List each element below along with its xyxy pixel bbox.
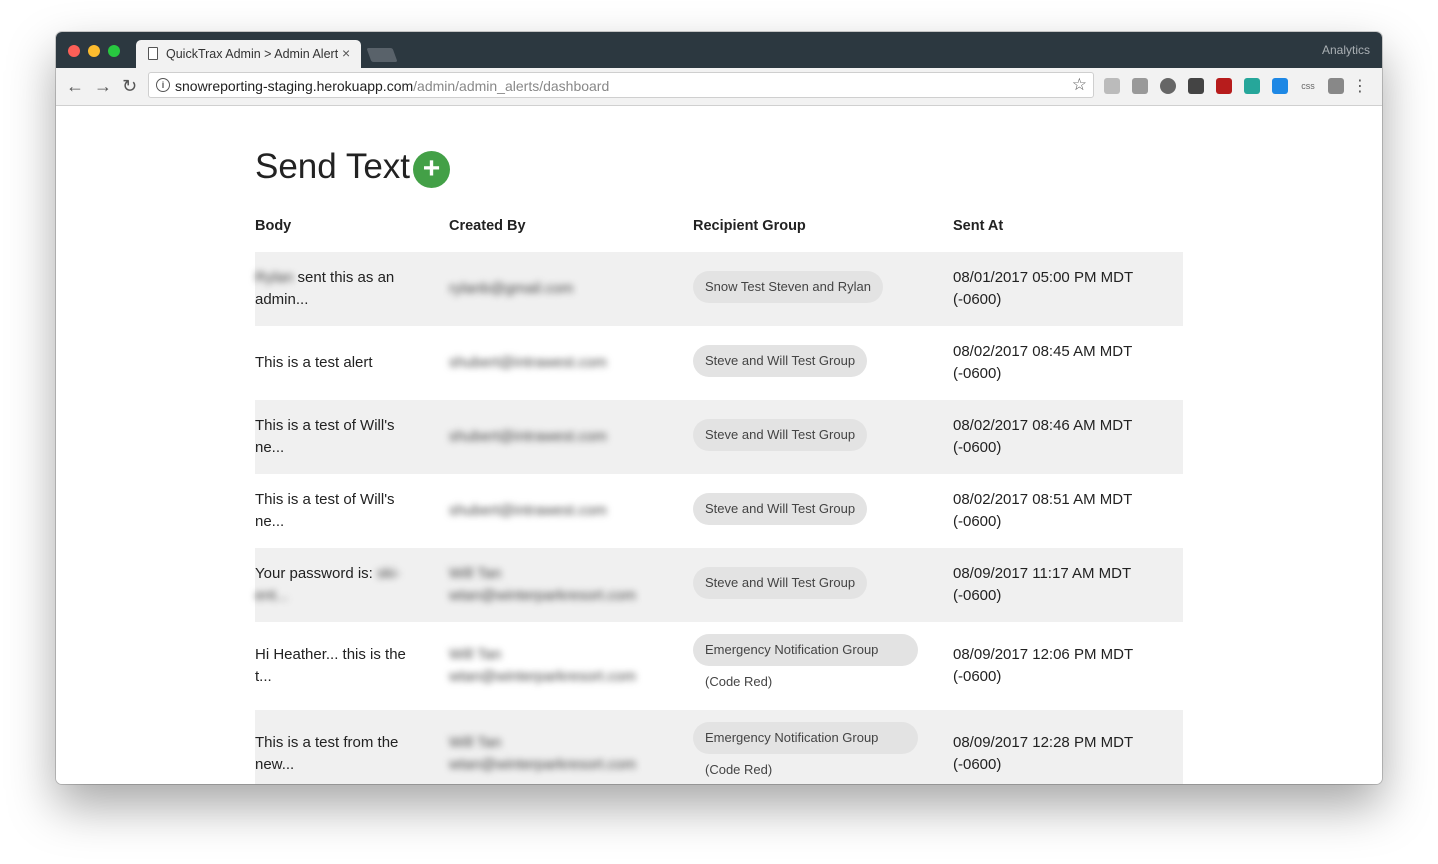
camera-icon[interactable] — [1132, 78, 1148, 94]
created-by-email: wtan@winterparkresort.com — [449, 756, 636, 773]
header-sent-at: Sent At — [953, 218, 1004, 234]
recipient-group-chip: Snow Test Steven and Rylan — [693, 271, 883, 303]
header-body: Body — [255, 218, 292, 234]
new-tab-button[interactable] — [366, 48, 398, 62]
recipient-group-chip: Steve and Will Test Group — [693, 493, 868, 525]
table-row[interactable]: Hi Heather... this is the t... Will Tan w… — [255, 622, 1183, 710]
recipient-group-chip: Emergency Notification Group — [693, 634, 918, 666]
table-row[interactable]: This is a test of Will's ne... shubert@i… — [255, 474, 1183, 548]
back-icon[interactable]: ← — [66, 76, 84, 96]
body-cell: Rylan sent this as an admin... — [255, 269, 395, 308]
table-row[interactable]: Rylan sent this as an admin... rylanb@gm… — [255, 252, 1183, 326]
css-icon[interactable]: css — [1300, 78, 1316, 94]
page-title: Send Text — [255, 147, 411, 186]
created-by-email: shubert@intrawest.com — [449, 428, 607, 445]
table-header: Body Created By Recipient Group Sent At — [255, 216, 1183, 253]
minimize-window-button[interactable] — [88, 45, 100, 57]
body-cell: This is a test of Will's ne... — [255, 417, 395, 456]
created-by-email: shubert@intrawest.com — [449, 354, 607, 371]
forward-icon[interactable]: → — [94, 76, 112, 96]
recipient-group-subtext: (Code Red) — [705, 762, 773, 777]
created-by-cell: Will Tan wtan@winterparkresort.com — [449, 644, 669, 688]
recipient-group-chip: Steve and Will Test Group — [693, 419, 868, 451]
bookmark-star-icon[interactable]: ☆ — [1072, 75, 1087, 95]
on-extension-icon[interactable] — [1272, 78, 1288, 94]
created-by-cell: Will Tan wtan@winterparkresort.com — [449, 563, 669, 607]
browser-toolbar: ← → ↻ i snowreporting-staging.herokuapp.… — [56, 68, 1382, 106]
url-text[interactable]: snowreporting-staging.herokuapp.com/admi… — [175, 78, 609, 94]
profile-name[interactable]: Analytics — [1322, 43, 1370, 57]
body-cell: This is a test alert — [255, 354, 373, 371]
created-by-email: wtan@winterparkresort.com — [449, 587, 636, 604]
sent-at: 08/01/2017 05:00 PM MDT (-0600) — [953, 269, 1133, 308]
sent-at: 08/09/2017 12:06 PM MDT (-0600) — [953, 646, 1133, 685]
created-by-name: Will Tan — [449, 734, 502, 751]
info-icon[interactable]: i — [156, 78, 170, 92]
body-cell: This is a test of Will's ne... — [255, 491, 395, 530]
page-content: Send Text + Body Created By Recipient Gr… — [56, 106, 1382, 784]
title-bar: QuickTrax Admin > Admin Alerts × Analyti… — [56, 32, 1382, 68]
body-cell: Your password is: ski-ent... — [255, 565, 401, 604]
created-by-name: Will Tan — [449, 565, 502, 582]
body-cell: This is a test from the new... — [255, 734, 399, 773]
body-cell: Hi Heather... this is the t... — [255, 646, 406, 685]
add-icon[interactable]: + — [413, 151, 450, 188]
created-by-email: rylanb@gmail.com — [449, 280, 574, 297]
maximize-window-button[interactable] — [108, 45, 120, 57]
refresh-extension-icon[interactable] — [1244, 78, 1260, 94]
tab-close-icon[interactable]: × — [342, 45, 350, 61]
extension-icon[interactable] — [1328, 78, 1344, 94]
sent-at: 08/02/2017 08:46 AM MDT (-0600) — [953, 417, 1133, 456]
sent-at: 08/09/2017 11:17 AM MDT (-0600) — [953, 565, 1131, 604]
recipient-group-subtext: (Code Red) — [705, 674, 773, 689]
close-window-button[interactable] — [68, 45, 80, 57]
table-row[interactable]: This is a test of Will's ne... shubert@i… — [255, 400, 1183, 474]
table-row[interactable]: This is a test from the new... Will Tan w… — [255, 710, 1183, 784]
browser-window: QuickTrax Admin > Admin Alerts × Analyti… — [56, 32, 1382, 784]
recipient-group-chip: Steve and Will Test Group — [693, 345, 868, 377]
page-icon — [148, 47, 158, 60]
password-icon[interactable] — [1160, 78, 1176, 94]
header-created-by: Created By — [449, 218, 526, 234]
header-recipient-group: Recipient Group — [693, 218, 806, 234]
recipient-group-chip: Steve and Will Test Group — [693, 567, 868, 599]
created-by-name: Will Tan — [449, 646, 502, 663]
table-row[interactable]: This is a test alert shubert@intrawest.c… — [255, 326, 1183, 400]
browser-tab[interactable]: QuickTrax Admin > Admin Alerts × — [136, 40, 361, 68]
extension-icon[interactable] — [1104, 78, 1120, 94]
address-bar[interactable]: i snowreporting-staging.herokuapp.com/ad… — [148, 72, 1094, 98]
created-by-email: shubert@intrawest.com — [449, 502, 607, 519]
sent-at: 08/02/2017 08:45 AM MDT (-0600) — [953, 343, 1133, 382]
recipient-group-chip: Emergency Notification Group — [693, 722, 918, 754]
menu-icon[interactable]: ⋮ — [1352, 76, 1368, 96]
sent-at: 08/02/2017 08:51 AM MDT (-0600) — [953, 491, 1133, 530]
evernote-icon[interactable] — [1188, 78, 1204, 94]
tab-title: QuickTrax Admin > Admin Alerts — [166, 47, 338, 61]
table-row[interactable]: Your password is: ski-ent... Will Tan wta… — [255, 548, 1183, 622]
created-by-email: wtan@winterparkresort.com — [449, 668, 636, 685]
sent-at: 08/09/2017 12:28 PM MDT (-0600) — [953, 734, 1133, 773]
created-by-cell: Will Tan wtan@winterparkresort.com — [449, 732, 669, 776]
reload-icon[interactable]: ↻ — [122, 76, 137, 96]
shield-icon[interactable] — [1216, 78, 1232, 94]
